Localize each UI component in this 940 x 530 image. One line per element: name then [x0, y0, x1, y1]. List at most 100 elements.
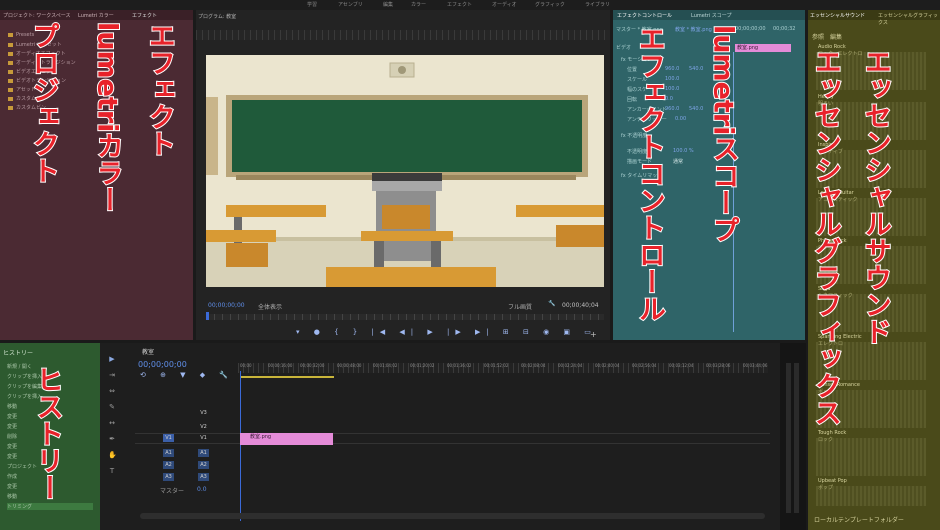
slip-tool-icon[interactable]: ↔: [108, 419, 116, 427]
fx-value[interactable]: 960.0: [665, 66, 679, 72]
track-label-a2[interactable]: A2: [198, 461, 209, 469]
ruler-label: 00;03;28;06: [706, 363, 731, 368]
timeline-scrollbar[interactable]: [140, 513, 765, 519]
template-desc: ロック: [818, 437, 834, 443]
track-label-a1[interactable]: A1: [198, 449, 209, 457]
list-item[interactable]: 移動: [7, 493, 17, 500]
list-item[interactable]: 新規 / 開く: [7, 363, 32, 370]
tab-project[interactable]: プロジェクト: ワークスペース: [3, 12, 71, 19]
essential-panel-tabs: エッセンシャルサウンド エッセンシャルグラフィックス: [808, 10, 940, 26]
timeline-timecode[interactable]: 00;00;00;00: [138, 360, 187, 369]
subtab-browse[interactable]: 参照: [812, 32, 824, 41]
track-a1: A1 A1: [135, 449, 770, 460]
pen-tool-icon[interactable]: ✒: [108, 435, 116, 443]
type-tool-icon[interactable]: T: [108, 467, 116, 475]
workspace-tab[interactable]: グラフィック: [535, 1, 565, 8]
program-timecode-right: 00;00;40;04: [562, 302, 599, 309]
track-target-a2[interactable]: A2: [163, 461, 174, 469]
list-item[interactable]: 変更: [7, 483, 17, 490]
track-label-v2[interactable]: V2: [198, 423, 209, 431]
tab-effect-controls[interactable]: エフェクトコントロール: [617, 12, 672, 19]
fx-value[interactable]: 100.0 %: [673, 148, 694, 154]
overlay-label-effect-controls: エフェクトコントロール: [633, 24, 666, 323]
tab-lumetri-color[interactable]: Lumetri カラー: [78, 12, 114, 19]
program-monitor: プログラム: 教室 00;00;00;00 全体表示 フル画質 🔧 00;00;…: [196, 10, 610, 340]
fx-clip-bar[interactable]: 教室.png: [735, 44, 791, 52]
track-a3: A3 A3: [135, 473, 770, 484]
add-button-icon[interactable]: +: [590, 330, 597, 339]
timeline-clip[interactable]: 教室.png: [240, 433, 333, 445]
track-select-tool-icon[interactable]: ⇥: [108, 371, 116, 379]
track-label-a3[interactable]: A3: [198, 473, 209, 481]
workspace-tab[interactable]: アセンブリ: [338, 1, 363, 8]
workspace-tab[interactable]: 学習: [307, 1, 317, 8]
workspace-tab[interactable]: 編集: [383, 1, 393, 8]
fx-value[interactable]: 100.0: [665, 86, 679, 92]
tab-essential-sound[interactable]: エッセンシャルサウンド: [810, 12, 865, 19]
subtab-edit[interactable]: 編集: [830, 32, 842, 41]
list-item[interactable]: 変更: [7, 443, 17, 450]
wrench-icon[interactable]: 🔧: [548, 300, 555, 307]
track-label-v1[interactable]: V1: [198, 434, 209, 442]
fx-value[interactable]: 960.0: [665, 106, 679, 112]
track-target-a3[interactable]: A3: [163, 473, 174, 481]
workspace-tab[interactable]: オーディオ: [492, 1, 517, 8]
list-item[interactable]: 作成: [7, 473, 17, 480]
ruler-label: 00;01;52;02: [484, 363, 509, 368]
workspace-bar: 学習 アセンブリ 編集 カラー エフェクト オーディオ グラフィック ライブラリ: [0, 0, 940, 10]
history-panel-title[interactable]: ヒストリー: [3, 348, 33, 357]
track-label-v3[interactable]: V3: [198, 409, 209, 417]
clip-select[interactable]: 教室 * 教室.png: [675, 26, 712, 33]
list-item[interactable]: 変更: [7, 453, 17, 460]
fx-row: ビデオ: [616, 45, 632, 51]
ripple-edit-tool-icon[interactable]: ⇔: [108, 387, 116, 395]
ruler-label: 00;00;16;00: [268, 363, 293, 368]
list-item[interactable]: 移動: [7, 403, 17, 410]
list-item[interactable]: 変更: [7, 423, 17, 430]
list-item[interactable]: 変更: [7, 413, 17, 420]
tab-effects[interactable]: エフェクト: [132, 12, 157, 19]
work-area-bar[interactable]: [240, 376, 334, 378]
tab-sequence[interactable]: 教室: [142, 347, 154, 356]
ruler-label: 00;01;36;02: [447, 363, 472, 368]
master-track-label: マスター: [160, 488, 185, 495]
tools-panel: ▶ ⇥ ⇔ ✎ ↔ ✒ ✋ T: [106, 351, 118, 475]
tab-lumetri-scope[interactable]: Lumetri スコープ: [691, 12, 732, 19]
hand-tool-icon[interactable]: ✋: [108, 451, 117, 459]
audio-meter-left: [786, 363, 791, 513]
program-monitor-tab[interactable]: プログラム: 教室: [198, 13, 236, 20]
video-preview: [206, 55, 604, 287]
program-timecode-left: 00;00;00;00: [208, 302, 245, 309]
track-a2: A2 A2: [135, 461, 770, 472]
overlay-label-essential-graphics: エッセンシャルグラフィックス: [809, 47, 842, 427]
ruler-label: 00;01;04;02: [373, 363, 398, 368]
fx-value[interactable]: 100.0: [665, 76, 679, 82]
transport-controls[interactable]: ▾ ● { } |◀ ◀| ▶ |▶ ▶| ⊞ ⊟ ◉ ▣ ▭: [296, 328, 591, 338]
timeline-playhead[interactable]: [240, 371, 241, 521]
workspace-tab[interactable]: カラー: [411, 1, 426, 8]
workspace-tab[interactable]: エフェクト: [447, 1, 472, 8]
ruler-label: 00;02;56;04: [632, 363, 657, 368]
local-templates-checkbox[interactable]: ローカルテンプレートフォルダー: [814, 515, 904, 524]
list-item-selected[interactable]: トリミング: [7, 503, 93, 510]
razor-tool-icon[interactable]: ✎: [108, 403, 116, 411]
fx-value[interactable]: 0.0: [665, 96, 673, 102]
timeline-tools[interactable]: ⟲ ⊕ ▼ ◆ 🔧: [140, 371, 228, 381]
quality-select[interactable]: フル画質: [508, 302, 532, 311]
selection-tool-icon[interactable]: ▶: [108, 355, 116, 363]
fx-value[interactable]: 540.0: [689, 66, 703, 72]
list-item[interactable]: 削除: [7, 433, 17, 440]
fx-value[interactable]: 540.0: [689, 106, 703, 112]
fx-value[interactable]: 0.00: [675, 116, 686, 122]
track-target-v1[interactable]: V1: [163, 434, 174, 442]
template-item[interactable]: [816, 438, 926, 476]
fit-select[interactable]: 全体表示: [258, 302, 282, 311]
master-track-value[interactable]: 0.0: [197, 486, 207, 493]
blend-mode-select[interactable]: 通常: [673, 158, 683, 165]
tab-essential-graphics[interactable]: エッセンシャルグラフィックス: [878, 12, 940, 26]
track-v1: V1 V1: [135, 433, 770, 444]
monitor-scrub-bar[interactable]: [206, 314, 604, 320]
playhead[interactable]: [206, 312, 209, 320]
workspace-tab[interactable]: ライブラリ: [585, 1, 610, 8]
track-target-a1[interactable]: A1: [163, 449, 174, 457]
